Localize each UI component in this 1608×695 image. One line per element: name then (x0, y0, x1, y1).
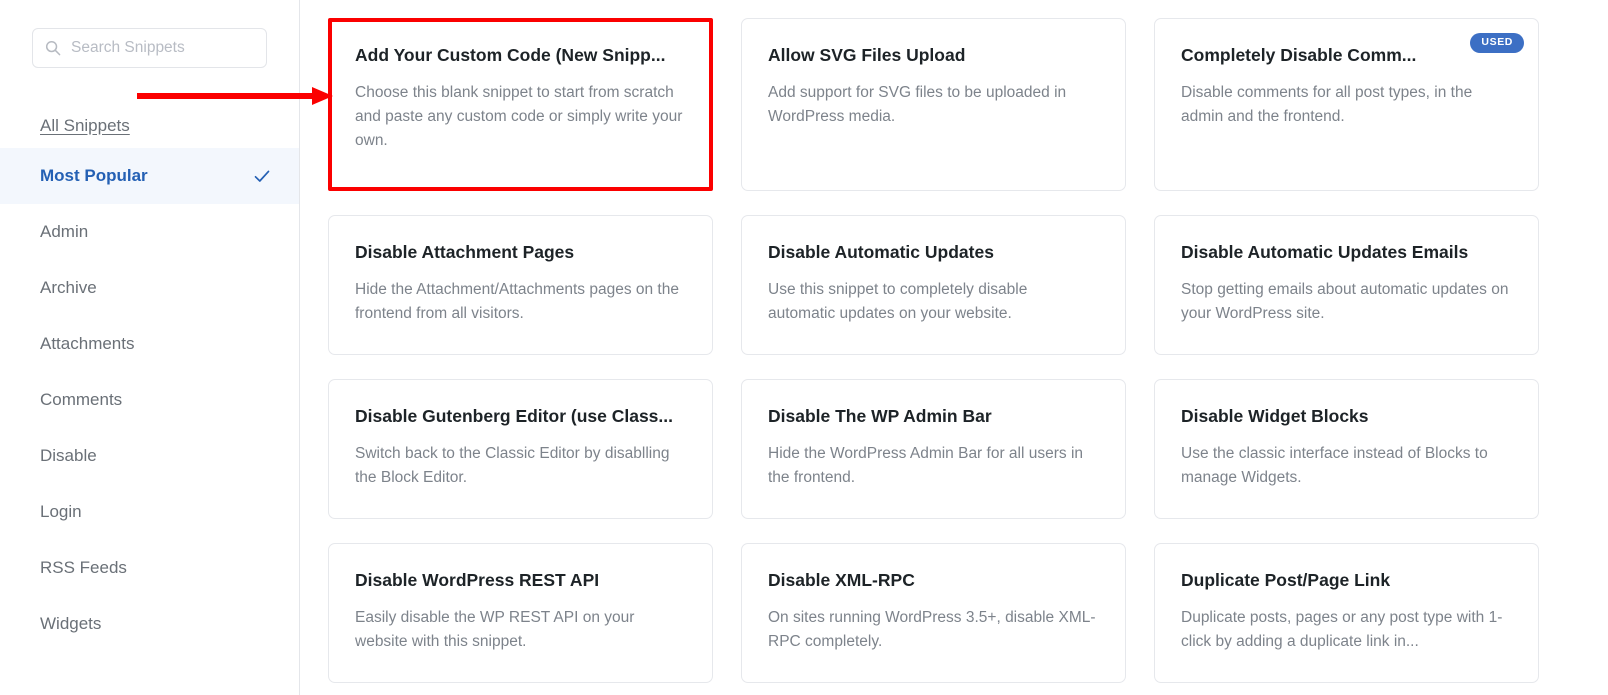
snippet-card-disable-wordpress-rest-api[interactable]: Disable WordPress REST API Easily disabl… (328, 543, 713, 683)
sidebar-item-label: RSS Feeds (40, 558, 127, 577)
status-badge-used: USED (1470, 33, 1524, 53)
snippet-card-description: Use this snippet to completely disable a… (768, 280, 1028, 322)
sidebar-item-label: Widgets (40, 614, 102, 633)
snippet-card-disable-gutenberg-editor[interactable]: Disable Gutenberg Editor (use Class... S… (328, 379, 713, 519)
sidebar-item-label: Archive (40, 278, 97, 297)
snippet-library-screen: All Snippets Most Popular Admin Archive … (0, 0, 1608, 695)
sidebar-item-archive[interactable]: Archive (0, 260, 299, 316)
snippet-card-description: Easily disable the WP REST API on your w… (355, 608, 635, 650)
snippet-card-completely-disable-comments[interactable]: USED Completely Disable Comm... Disable … (1154, 18, 1539, 191)
search-icon (45, 40, 61, 56)
search-snippets-box[interactable] (32, 28, 271, 68)
sidebar-item-widgets[interactable]: Widgets (0, 596, 299, 652)
snippet-card-title: Disable Gutenberg Editor (use Class... (355, 406, 673, 426)
sidebar-item-attachments[interactable]: Attachments (0, 316, 299, 372)
snippet-card-disable-automatic-updates[interactable]: Disable Automatic Updates Use this snipp… (741, 215, 1126, 355)
sidebar-item-label: Login (40, 502, 82, 521)
snippet-card-description: Add support for SVG files to be uploaded… (768, 83, 1067, 125)
snippet-card-description: Use the classic interface instead of Blo… (1181, 444, 1488, 486)
snippet-card-add-your-custom-code[interactable]: Add Your Custom Code (New Snipp... Choos… (328, 18, 713, 191)
sidebar-item-admin[interactable]: Admin (0, 204, 299, 260)
snippet-card-description: Duplicate posts, pages or any post type … (1181, 608, 1503, 650)
snippet-card-title: Disable XML-RPC (768, 570, 915, 590)
snippet-card-title: Completely Disable Comm... (1181, 45, 1417, 65)
sidebar-item-comments[interactable]: Comments (0, 372, 299, 428)
sidebar-item-label: Attachments (40, 334, 135, 353)
sidebar-item-all-snippets[interactable]: All Snippets (0, 104, 299, 148)
snippet-card-description: Switch back to the Classic Editor by dis… (355, 444, 670, 486)
snippet-card-description: Hide the WordPress Admin Bar for all use… (768, 444, 1084, 486)
snippet-card-description: Disable comments for all post types, in … (1181, 83, 1473, 125)
snippet-card-disable-xml-rpc[interactable]: Disable XML-RPC On sites running WordPre… (741, 543, 1126, 683)
sidebar-item-rss-feeds[interactable]: RSS Feeds (0, 540, 299, 596)
snippet-card-description: Choose this blank snippet to start from … (355, 83, 683, 149)
snippet-card-disable-automatic-updates-emails[interactable]: Disable Automatic Updates Emails Stop ge… (1154, 215, 1539, 355)
sidebar-nav: All Snippets Most Popular Admin Archive … (0, 104, 299, 652)
snippet-card-title: Disable Automatic Updates Emails (1181, 242, 1469, 262)
snippet-card-title: Duplicate Post/Page Link (1181, 570, 1391, 590)
snippet-card-allow-svg-files-upload[interactable]: Allow SVG Files Upload Add support for S… (741, 18, 1126, 191)
sidebar-item-login[interactable]: Login (0, 484, 299, 540)
snippet-card-title: Disable Widget Blocks (1181, 406, 1369, 426)
search-container (32, 28, 271, 68)
snippet-card-description: Hide the Attachment/Attachments pages on… (355, 280, 679, 322)
snippet-card-description: On sites running WordPress 3.5+, disable… (768, 608, 1096, 650)
snippet-card-title: Add Your Custom Code (New Snipp... (355, 45, 666, 65)
snippet-card-duplicate-post-page-link[interactable]: Duplicate Post/Page Link Duplicate posts… (1154, 543, 1539, 683)
sidebar-item-label: Comments (40, 390, 123, 409)
snippet-card-title: Disable Attachment Pages (355, 242, 575, 262)
sidebar-item-most-popular[interactable]: Most Popular (0, 148, 299, 204)
snippet-card-disable-the-wp-admin-bar[interactable]: Disable The WP Admin Bar Hide the WordPr… (741, 379, 1126, 519)
sidebar-item-disable[interactable]: Disable (0, 428, 299, 484)
sidebar-item-label: Admin (40, 222, 89, 241)
snippet-grid-area: Add Your Custom Code (New Snipp... Choos… (300, 0, 1608, 695)
sidebar-item-label: All Snippets (40, 116, 130, 135)
snippet-card-disable-widget-blocks[interactable]: Disable Widget Blocks Use the classic in… (1154, 379, 1539, 519)
snippet-card-title: Disable The WP Admin Bar (768, 406, 992, 426)
snippet-card-disable-attachment-pages[interactable]: Disable Attachment Pages Hide the Attach… (328, 215, 713, 355)
snippet-card-title: Disable Automatic Updates (768, 242, 994, 262)
snippet-card-description: Stop getting emails about automatic upda… (1181, 280, 1509, 322)
snippet-grid: Add Your Custom Code (New Snipp... Choos… (328, 18, 1548, 683)
snippet-card-title: Allow SVG Files Upload (768, 45, 966, 65)
search-input[interactable] (71, 39, 271, 57)
snippet-card-title: Disable WordPress REST API (355, 570, 600, 590)
sidebar: All Snippets Most Popular Admin Archive … (0, 0, 300, 695)
check-icon (254, 170, 270, 182)
sidebar-item-label: Most Popular (40, 166, 148, 185)
sidebar-item-label: Disable (40, 446, 97, 465)
